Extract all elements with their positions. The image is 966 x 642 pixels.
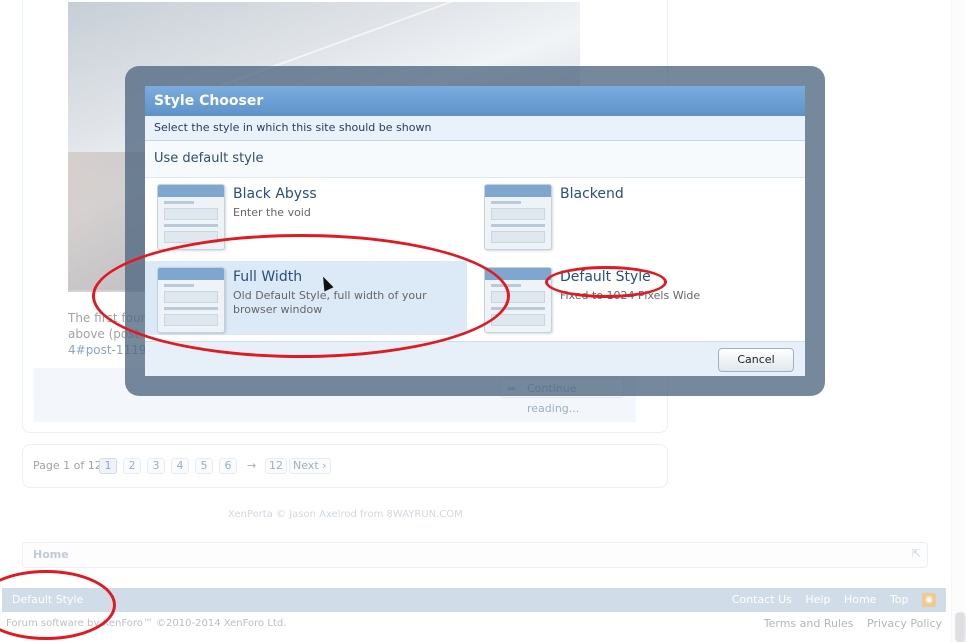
style-option-blackend[interactable]: Blackend — [472, 178, 794, 252]
style-thumbnail — [484, 184, 552, 250]
dialog-subtitle: Select the style in which this site shou… — [145, 116, 805, 141]
use-default-style-option[interactable]: Use default style — [145, 141, 805, 178]
annotation-ellipse-full-width — [92, 234, 510, 358]
style-name: Black Abyss — [233, 186, 317, 202]
style-name: Blackend — [560, 186, 624, 202]
dialog-title: Style Chooser — [145, 86, 805, 116]
cancel-button[interactable]: Cancel — [718, 348, 794, 372]
style-description: Enter the void — [233, 206, 311, 219]
annotation-ellipse-default-style — [545, 266, 667, 298]
